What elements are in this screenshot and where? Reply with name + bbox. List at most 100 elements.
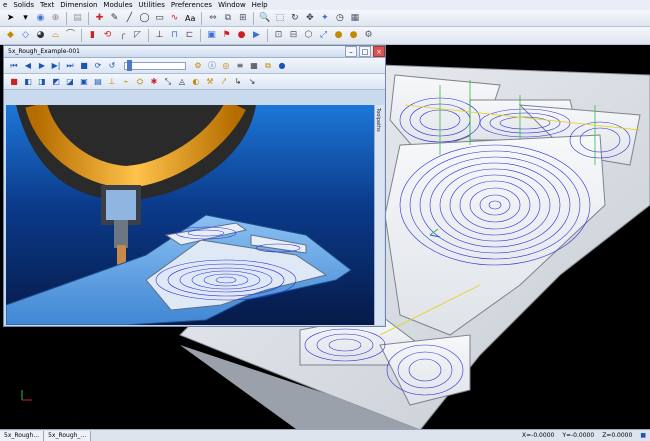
color-icon[interactable]: ◐ [190, 76, 202, 87]
simulation-window-titlebar[interactable]: 5x_Rough_Example-001 – □ × [4, 46, 385, 58]
sphere-icon[interactable]: ● [332, 29, 345, 42]
menu-item-help[interactable]: Help [249, 0, 271, 10]
view-icon[interactable]: ✦ [318, 12, 331, 25]
section-icon[interactable]: ◬ [176, 76, 188, 87]
shade-icon[interactable]: ◆ [4, 29, 17, 42]
info-icon[interactable]: ⓘ [206, 60, 218, 71]
simulation-viewport[interactable] [6, 105, 375, 325]
grid-icon[interactable]: ▦ [248, 60, 260, 71]
transform-icon[interactable]: ⊕ [49, 12, 62, 25]
sweep-icon[interactable]: ⌒ [64, 29, 77, 42]
pan-icon[interactable]: ✥ [303, 12, 316, 25]
minimize-button[interactable]: – [345, 46, 357, 57]
compare-icon[interactable]: ⧉ [262, 60, 274, 71]
maximize-button[interactable]: □ [359, 46, 371, 57]
menu-item-text[interactable]: Text [37, 0, 57, 10]
chamfer-icon[interactable]: ◸ [131, 29, 144, 42]
close-button[interactable]: × [373, 46, 385, 57]
clock-icon[interactable]: ◷ [333, 12, 346, 25]
camera-icon[interactable]: ◎ [220, 60, 232, 71]
menu-item-preferences[interactable]: Preferences [168, 0, 215, 10]
mill-icon[interactable]: ⚒ [204, 76, 216, 87]
dropdown-icon[interactable]: ▾ [19, 12, 32, 25]
cube-iso-icon[interactable]: ◪ [64, 76, 76, 87]
pen-icon[interactable]: ✎ [108, 12, 121, 25]
play-icon[interactable]: ▶ [36, 60, 48, 71]
line-icon[interactable]: ╱ [123, 12, 136, 25]
gview-front-icon[interactable]: ⊟ [287, 29, 300, 42]
menu-item-dimension[interactable]: Dimension [57, 0, 100, 10]
stop-icon[interactable]: ■ [78, 60, 90, 71]
text-style-button[interactable]: Aa [183, 14, 197, 23]
solid-extrude-icon[interactable]: ▮ [86, 29, 99, 42]
layers-icon[interactable]: ▤ [71, 12, 84, 25]
step-back-icon[interactable]: ◀ [22, 60, 34, 71]
simulation-window[interactable]: 5x_Rough_Example-001 – □ × ⏮ ◀ ▶ ▶| ⏭ ■ … [3, 45, 386, 327]
rotate-icon[interactable]: ↻ [288, 12, 301, 25]
menu-item-window[interactable]: Window [215, 0, 249, 10]
point-icon[interactable]: ✚ [93, 12, 106, 25]
cube-back-icon[interactable]: ▣ [78, 76, 90, 87]
side-tab-toolpaths[interactable]: Toolpaths [375, 105, 381, 135]
playback-speed-slider[interactable] [124, 59, 186, 71]
document-tab[interactable]: 5x_Rough... [0, 430, 45, 441]
gear-icon[interactable]: ⚙ [192, 60, 204, 71]
material-icon[interactable]: ⛭ [134, 76, 146, 87]
toolpath-view-icon[interactable]: ⌁ [120, 76, 132, 87]
fit-icon[interactable]: ⤢ [317, 29, 330, 42]
measure-icon[interactable]: ⤡ [162, 76, 174, 87]
zoom-window-icon[interactable]: ⬚ [273, 12, 286, 25]
gview-iso-icon[interactable]: ⬡ [302, 29, 315, 42]
rewind-icon[interactable]: ⏮ [8, 60, 20, 71]
solid-view-icon[interactable]: ▦ [348, 12, 361, 25]
color-point-icon[interactable]: ◉ [34, 12, 47, 25]
cube-front-icon[interactable]: ◧ [22, 76, 34, 87]
cube-bottom-icon[interactable]: ▤ [92, 76, 104, 87]
offset-icon[interactable]: ⧉ [221, 12, 234, 25]
loop2-icon[interactable]: ↺ [106, 60, 118, 71]
document-tab[interactable]: 5x_Rough_... [44, 430, 92, 441]
zoom-icon[interactable]: 🔍 [258, 12, 271, 25]
menu-item-solids[interactable]: Solids [10, 0, 37, 10]
menu-item-file[interactable]: e [0, 0, 10, 10]
gview-top-icon[interactable]: ⊡ [272, 29, 285, 42]
stock-icon[interactable]: ▣ [205, 29, 218, 42]
path-icon[interactable]: ⤤ [218, 76, 230, 87]
simulation-side-panel[interactable]: Toolpaths [374, 105, 384, 325]
collision-icon[interactable]: ✱ [148, 76, 160, 87]
wire-icon[interactable]: ◇ [19, 29, 32, 42]
solid-revolve-icon[interactable]: ⟲ [101, 29, 114, 42]
sphere-icon[interactable]: ● [276, 60, 288, 71]
slider-thumb[interactable] [127, 59, 132, 71]
trim-icon[interactable]: ⇔ [206, 12, 219, 25]
cube-top-icon[interactable]: ◨ [36, 76, 48, 87]
pocket-icon[interactable]: ⊏ [183, 29, 196, 42]
contour-icon[interactable]: ⊓ [168, 29, 181, 42]
loop-icon[interactable]: ⟳ [92, 60, 104, 71]
settings-icon[interactable]: ⚙ [362, 29, 375, 42]
select-arrow-icon[interactable]: ➤ [4, 12, 17, 25]
surface-icon[interactable]: ⌓ [49, 29, 62, 42]
backplot-icon[interactable]: ▶ [250, 29, 263, 42]
list-icon[interactable]: ≡ [234, 60, 246, 71]
rectangle-icon[interactable]: ▭ [153, 12, 166, 25]
verify-icon[interactable]: ● [235, 29, 248, 42]
circle-icon[interactable]: ◯ [138, 12, 151, 25]
axis-icon[interactable]: ↳ [232, 76, 244, 87]
tool-holder-icon[interactable]: ⊥ [106, 76, 118, 87]
cube-icon[interactable]: ■ [8, 76, 20, 87]
toolbar-separator [253, 11, 255, 25]
cube-right-icon[interactable]: ◩ [50, 76, 62, 87]
array-icon[interactable]: ⊞ [236, 12, 249, 25]
menu-item-utilities[interactable]: Utilities [136, 0, 168, 10]
arrow-icon[interactable]: ↘ [246, 76, 258, 87]
sphere2-icon[interactable]: ● [347, 29, 360, 42]
step-forward-icon[interactable]: ▶| [50, 60, 62, 71]
eye-icon[interactable]: ◕ [34, 29, 47, 42]
tool-icon[interactable]: ⚑ [220, 29, 233, 42]
fillet-icon[interactable]: ╭ [116, 29, 129, 42]
drill-icon[interactable]: ⊥ [153, 29, 166, 42]
fast-forward-icon[interactable]: ⏭ [64, 60, 76, 71]
spline-icon[interactable]: ∿ [168, 12, 181, 25]
menu-item-modules[interactable]: Modules [100, 0, 135, 10]
